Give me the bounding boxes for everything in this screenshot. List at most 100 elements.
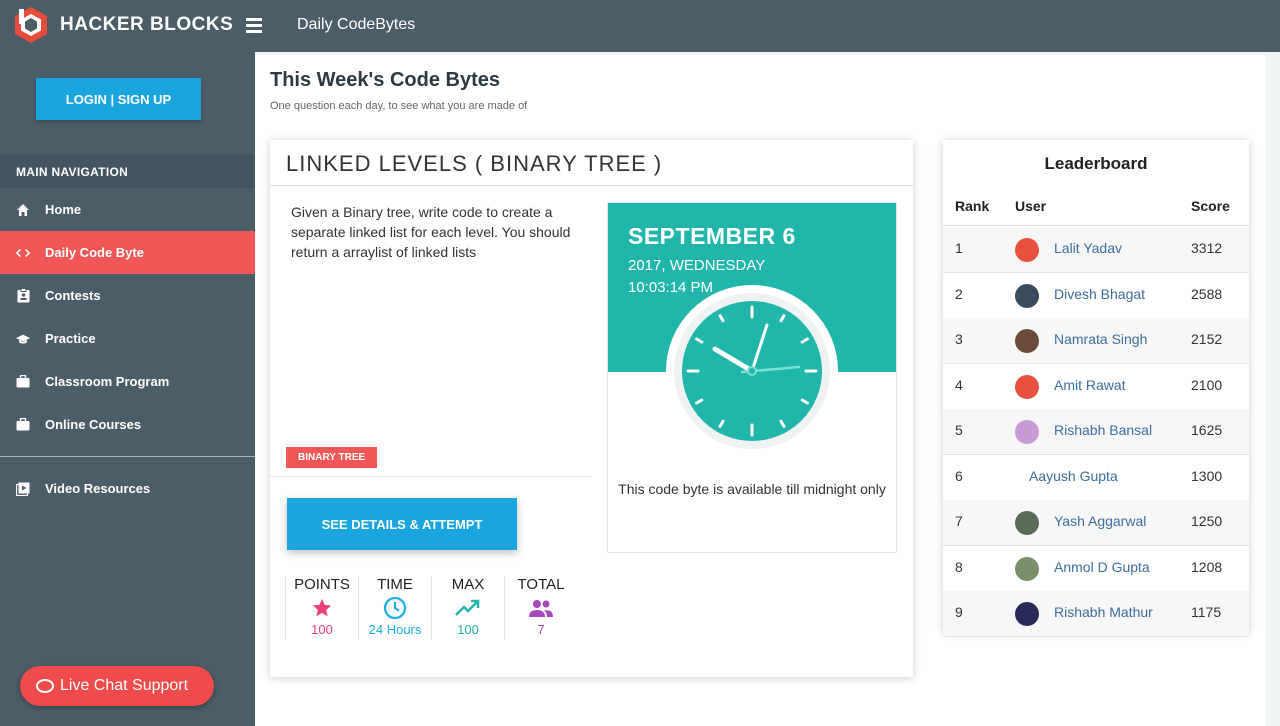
- sidebar-item-video-resources[interactable]: Video Resources: [0, 467, 255, 510]
- stat-value: 24 Hours: [368, 622, 422, 637]
- stat-label: TIME: [377, 576, 413, 593]
- stat-label: MAX: [451, 576, 485, 593]
- table-row: 5 Rishabh Bansal 1625: [943, 409, 1249, 455]
- rank-cell: 8: [955, 558, 963, 575]
- user-name-link[interactable]: Aayush Gupta: [1029, 468, 1118, 484]
- availability-note: This code byte is available till midnigh…: [618, 481, 886, 497]
- user-name-link[interactable]: Rishabh Mathur: [1054, 604, 1153, 620]
- divider: [270, 185, 913, 186]
- top-bar: HACKER BLOCKS Daily CodeBytes: [0, 0, 1280, 52]
- stat-points: POINTS 100: [285, 576, 358, 640]
- briefcase-icon: [16, 375, 30, 389]
- stat-time: TIME 24 Hours: [358, 576, 431, 640]
- star-icon: [286, 595, 358, 621]
- sidebar-item-label: Practice: [45, 331, 96, 346]
- sidebar-item-label: Daily Code Byte: [45, 245, 144, 260]
- sidebar-item-label: Home: [45, 202, 82, 217]
- leaderboard-title: Leaderboard: [1044, 154, 1148, 173]
- rank-cell: 6: [955, 467, 963, 484]
- nav-divider: [0, 456, 255, 457]
- stat-value: 100: [457, 622, 479, 637]
- rank-cell: 5: [955, 422, 963, 438]
- nav-header: MAIN NAVIGATION: [0, 155, 255, 188]
- video-icon: [16, 482, 30, 496]
- rank-cell: 1: [955, 240, 963, 256]
- user-name-link[interactable]: Rishabh Bansal: [1054, 422, 1152, 438]
- login-signup-button[interactable]: LOGIN | SIGN UP: [36, 78, 201, 120]
- user-header: User: [1015, 198, 1047, 214]
- rank-cell: 4: [955, 376, 963, 393]
- avatar[interactable]: [1015, 556, 1039, 581]
- user-name-link[interactable]: Divesh Bhagat: [1054, 286, 1145, 302]
- date-day: SEPTEMBER 6: [628, 223, 796, 249]
- score-cell: 2100: [1191, 376, 1223, 393]
- score-header: Score: [1191, 198, 1230, 214]
- clock-icon: [359, 595, 431, 621]
- avatar[interactable]: [1015, 374, 1039, 399]
- avatar[interactable]: [1015, 283, 1039, 308]
- main-content: This Week's Code Bytes One question each…: [255, 52, 1280, 726]
- stat-total: TOTAL 7: [504, 576, 577, 640]
- user-name-link[interactable]: Lalit Yadav: [1054, 240, 1122, 256]
- sidebar-item-label: Online Courses: [45, 417, 142, 432]
- briefcase-icon: [16, 418, 30, 432]
- page-card: This Week's Code Bytes One question each…: [255, 55, 1266, 726]
- score-cell: 1208: [1191, 558, 1223, 575]
- user-name-link[interactable]: Yash Aggarwal: [1054, 513, 1146, 529]
- table-row: 7 Yash Aggarwal 1250: [943, 500, 1249, 546]
- stat-max: MAX 100: [431, 576, 504, 640]
- table-row: 3 Namrata Singh 2152: [943, 318, 1249, 364]
- code-icon: [16, 246, 30, 260]
- avatar[interactable]: [1015, 602, 1039, 626]
- avatar[interactable]: [1015, 238, 1039, 262]
- stat-value: 100: [311, 622, 333, 637]
- question-title[interactable]: LINKED LEVELS ( BINARY TREE ): [286, 151, 662, 177]
- table-row: 6 Aayush Gupta 1300: [943, 455, 1249, 501]
- score-cell: 1625: [1191, 422, 1223, 438]
- sidebar-item-home[interactable]: Home: [0, 188, 255, 231]
- user-name-link[interactable]: Namrata Singh: [1054, 331, 1147, 347]
- see-details-attempt-button[interactable]: SEE DETAILS & ATTEMPT: [287, 498, 517, 550]
- page-title: This Week's Code Bytes: [270, 69, 501, 91]
- leaderboard: Leaderboard Rank User Score 1 Lalit Yadav…: [943, 140, 1249, 637]
- leaderboard-header: Rank User Score: [943, 196, 1249, 226]
- avatar[interactable]: [1015, 511, 1039, 535]
- graduation-cap-icon: [16, 332, 30, 346]
- rank-cell: 9: [955, 604, 963, 620]
- rank-cell: 7: [955, 513, 963, 529]
- home-icon: [16, 203, 30, 217]
- stat-label: POINTS: [294, 576, 350, 593]
- sidebar-item-classroom-program[interactable]: Classroom Program: [0, 360, 255, 403]
- menu-icon[interactable]: [246, 18, 262, 34]
- sidebar-item-practice[interactable]: Practice: [0, 317, 255, 360]
- table-row: 8 Anmol D Gupta 1208: [943, 546, 1249, 592]
- live-chat-button[interactable]: Live Chat Support: [20, 666, 214, 706]
- score-cell: 1300: [1191, 467, 1223, 484]
- contest-icon: [16, 288, 30, 303]
- table-row: 2 Divesh Bhagat 2588: [943, 273, 1249, 319]
- avatar[interactable]: [1015, 420, 1039, 444]
- table-row: 9 Rishabh Mathur 1175: [943, 591, 1249, 637]
- page-heading: Daily CodeBytes: [297, 16, 416, 33]
- user-name-link[interactable]: Anmol D Gupta: [1054, 559, 1150, 575]
- live-chat-label: Live Chat Support: [60, 677, 189, 694]
- rank-cell: 2: [955, 285, 963, 302]
- score-cell: 1175: [1191, 604, 1222, 620]
- hacker-blocks-logo-icon[interactable]: [14, 6, 48, 44]
- topic-tag[interactable]: BINARY TREE: [286, 447, 378, 468]
- sidebar-item-label: Video Resources: [45, 481, 151, 496]
- rank-header: Rank: [955, 198, 990, 214]
- trending-up-icon: [432, 595, 504, 621]
- clock-icon: [666, 285, 838, 457]
- chat-bubble-icon: [36, 679, 54, 693]
- brand-name[interactable]: HACKER BLOCKS: [60, 14, 233, 36]
- table-row: 1 Lalit Yadav 3312: [943, 227, 1249, 273]
- score-cell: 1250: [1191, 513, 1223, 529]
- sidebar: LOGIN | SIGN UP MAIN NAVIGATION Home Dai…: [0, 52, 255, 726]
- sidebar-item-online-courses[interactable]: Online Courses: [0, 403, 255, 446]
- sidebar-item-contests[interactable]: Contests: [0, 274, 255, 317]
- sidebar-item-daily-code-byte[interactable]: Daily Code Byte: [0, 231, 255, 274]
- score-cell: 2588: [1191, 285, 1223, 302]
- user-name-link[interactable]: Amit Rawat: [1054, 377, 1126, 393]
- avatar[interactable]: [1015, 329, 1039, 353]
